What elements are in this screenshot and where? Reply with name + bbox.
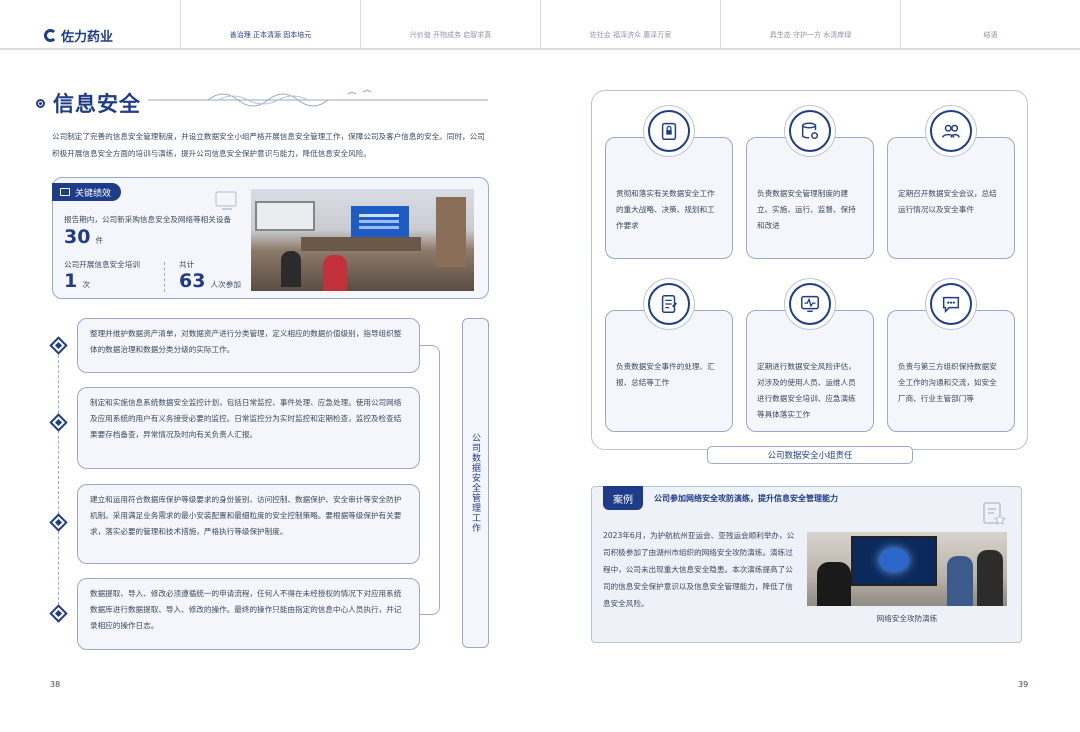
nav-label: 兴价值 开物成务 启智求真 [409, 31, 492, 39]
diamond-marker-icon [49, 513, 68, 532]
page-number-right: 39 [1018, 680, 1029, 689]
responsibility-card-5: 定期进行数据安全风险评估，对涉及的使用人员、运维人员进行数据安全培训、应急演练等… [746, 310, 874, 432]
work-item-1: 整理并维护数据资产清单，对数据资产进行分类管理，定义相应的数据价值级别，指导组织… [77, 318, 420, 373]
responsibility-card-3: 定期召开数据安全会议，总结运行情况以及安全事件 [887, 137, 1015, 259]
nav-label: 佐社会 福泽济众 惠泽万家 [589, 31, 672, 39]
logo-text: 佐力药业 [61, 30, 114, 45]
case-text: 2023年6月，为护航杭州亚运会、亚残运会顺利举办，公司积极参加了由湖州市组织的… [603, 531, 795, 608]
work-item-2: 制定和实施信息系统数据安全监控计划，包括日常监控、事件处理、应急处理。使用公司网… [77, 387, 420, 469]
monitor-outline-icon [215, 191, 237, 210]
diamond-marker-icon [49, 336, 68, 355]
company-logo: 佐力药业 [44, 26, 113, 45]
intro-paragraph: 公司制定了完善的信息安全管理制度，并设立数据安全小组严格开展信息安全管理工作，保… [52, 132, 485, 158]
kpi-number: 63 [179, 270, 206, 292]
nav-label: 善治理 正本清源 固本培元 [229, 31, 312, 39]
nav-label: 具生态 守护一方 水清岸绿 [769, 31, 852, 39]
responsibility-card-6: 负责与第三方组织保持数据安全工作的沟通和交流，如安全厂商、行业主管部门等 [887, 310, 1015, 432]
case-badge: 案例 [603, 486, 643, 510]
timeline-line [58, 345, 59, 615]
frame-label: 公司数据安全小组责任 [707, 446, 913, 464]
kpi-number: 1 [64, 270, 78, 292]
logo-mark-icon [44, 29, 57, 42]
page-number-left: 38 [50, 680, 61, 689]
training-meeting-photo [251, 189, 474, 291]
kpi-unit: 件 [95, 236, 104, 245]
nav-tab-governance[interactable]: 善治理 正本清源 固本培元 [180, 0, 360, 50]
nav-tab-society[interactable]: 佐社会 福泽济众 惠泽万家 [540, 0, 720, 50]
kpi-badge-label: 关键绩效 [75, 188, 112, 199]
kpi-value-devices: 30 件 [64, 226, 103, 248]
vertical-label: 公司数据安全管理工作 [470, 433, 480, 533]
nav-tab-ecology[interactable]: 具生态 守护一方 水清岸绿 [720, 0, 900, 50]
kpi-line-3: 共计 [179, 260, 195, 269]
kpi-line-2: 公司开展信息安全培训 [64, 260, 140, 269]
kpi-line-1: 报告期内，公司新采购信息安全及网络等相关设备 [64, 215, 232, 224]
nav-tab-conclusion[interactable]: 结语 [900, 0, 1080, 50]
monitor-pulse-icon [789, 283, 831, 325]
case-title: 公司参加网络安全攻防演练，提升信息安全管理能力 [654, 494, 838, 503]
timeline-bracket [420, 345, 440, 615]
kpi-divider [164, 262, 165, 292]
kpi-number: 30 [64, 226, 91, 248]
kpi-badge: 关键绩效 [52, 183, 122, 201]
responsibility-card-1: 贯彻和落实有关数据安全工作的重大战略、决策、规划和工作要求 [605, 137, 733, 259]
kpi-value-trainings: 1 次 [64, 270, 90, 292]
nav-tab-value[interactable]: 兴价值 开物成务 启智求真 [360, 0, 540, 50]
work-item-3: 建立和运用符合数据库保护等级要求的身份鉴别、访问控制、数据保护、安全审计等安全防… [77, 484, 420, 564]
database-gear-icon [789, 110, 831, 152]
kpi-value-participants: 63 人次参加 [179, 270, 241, 292]
chart-board-icon [60, 188, 70, 196]
lock-doc-icon [648, 110, 690, 152]
people-group-icon [930, 110, 972, 152]
certificate-star-icon [983, 502, 1007, 526]
diamond-marker-icon [49, 604, 68, 623]
kpi-unit: 人次参加 [210, 280, 241, 289]
responsibility-card-4: 负责数据安全事件的处理、汇报、总结等工作 [605, 310, 733, 432]
section-title: 信息安全 [53, 92, 141, 116]
nav-label: 结语 [983, 31, 998, 39]
diamond-marker-icon [49, 413, 68, 432]
kpi-unit: 次 [82, 280, 90, 289]
wave-decoration-icon [148, 89, 488, 107]
section-heading: 信息安全 [36, 88, 141, 118]
responsibility-card-2: 负责数据安全管理制度的建立、实施、运行、监督、保持和改进 [746, 137, 874, 259]
document-edit-icon [648, 283, 690, 325]
cyber-drill-photo [807, 532, 1007, 606]
vertical-label-box: 公司数据安全管理工作 [462, 318, 489, 648]
chat-bubble-icon [930, 283, 972, 325]
photo-caption: 网络安全攻防演练 [876, 614, 938, 623]
work-item-4: 数据提取、导入、修改必须遵循统一的申请流程，任何人不得在未经授权的情况下对应用系… [77, 578, 420, 650]
bullet-dot-icon [36, 98, 45, 108]
